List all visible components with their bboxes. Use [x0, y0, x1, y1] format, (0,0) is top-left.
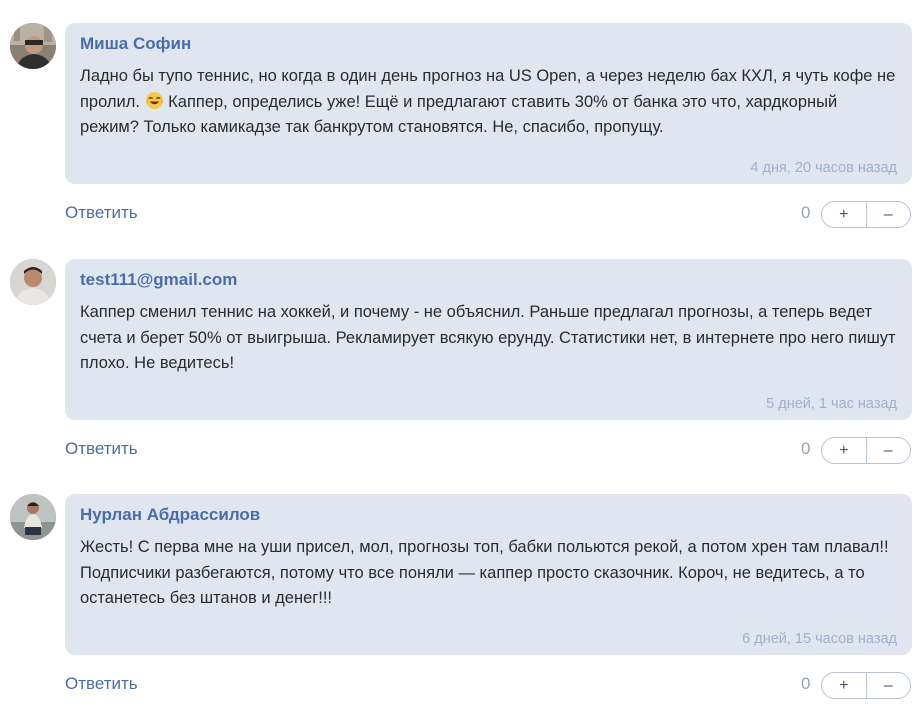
reply-link[interactable]: Ответить [65, 674, 138, 694]
avatar-photo-icon [10, 259, 56, 305]
vote-controls: + – [821, 201, 911, 228]
vote-controls: + – [821, 437, 911, 464]
upvote-button[interactable]: + [822, 202, 866, 227]
upvote-button[interactable]: + [822, 673, 866, 698]
comment-timestamp: 6 дней, 15 часов назад [742, 631, 897, 647]
comment-timestamp: 5 дней, 1 час назад [766, 396, 897, 412]
downvote-button[interactable]: – [865, 438, 911, 463]
avatar[interactable] [10, 23, 56, 69]
comment-bubble: Миша Софин Ладно бы тупо теннис, но когд… [65, 23, 912, 184]
avatar[interactable] [10, 259, 56, 305]
upvote-button[interactable]: + [822, 438, 866, 463]
avatar-photo-icon [10, 494, 56, 540]
vote-score: 0 [801, 674, 811, 693]
vote-score: 0 [801, 439, 811, 458]
comment-text: Ладно бы тупо теннис, но когда в один де… [80, 64, 900, 141]
comment-timestamp: 4 дня, 20 часов назад [750, 160, 897, 176]
comment-bubble: test111@gmail.com Каппер сменил теннис н… [65, 259, 912, 420]
reply-link[interactable]: Ответить [65, 439, 138, 459]
vote-score: 0 [801, 203, 811, 222]
vote-controls: + – [821, 672, 911, 699]
avatar-photo-icon [10, 23, 56, 69]
comment-text: Каппер сменил теннис на хоккей, и почему… [80, 303, 896, 372]
comment-author[interactable]: Миша Софин [80, 33, 897, 55]
comment-bubble: Нурлан Абдрассилов Жесть! С перва мне на… [65, 494, 912, 655]
face-with-tears-of-joy-icon [145, 91, 164, 110]
downvote-button[interactable]: – [865, 673, 911, 698]
comment-author[interactable]: Нурлан Абдрассилов [80, 504, 897, 526]
comment-text-part: Каппер, определись уже! Ещё и предлагают… [80, 92, 838, 137]
downvote-button[interactable]: – [865, 202, 911, 227]
reply-link[interactable]: Ответить [65, 203, 138, 223]
avatar[interactable] [10, 494, 56, 540]
comment-text: Жесть! С перва мне на уши присел, мол, п… [80, 538, 889, 607]
comment-author[interactable]: test111@gmail.com [80, 269, 897, 291]
